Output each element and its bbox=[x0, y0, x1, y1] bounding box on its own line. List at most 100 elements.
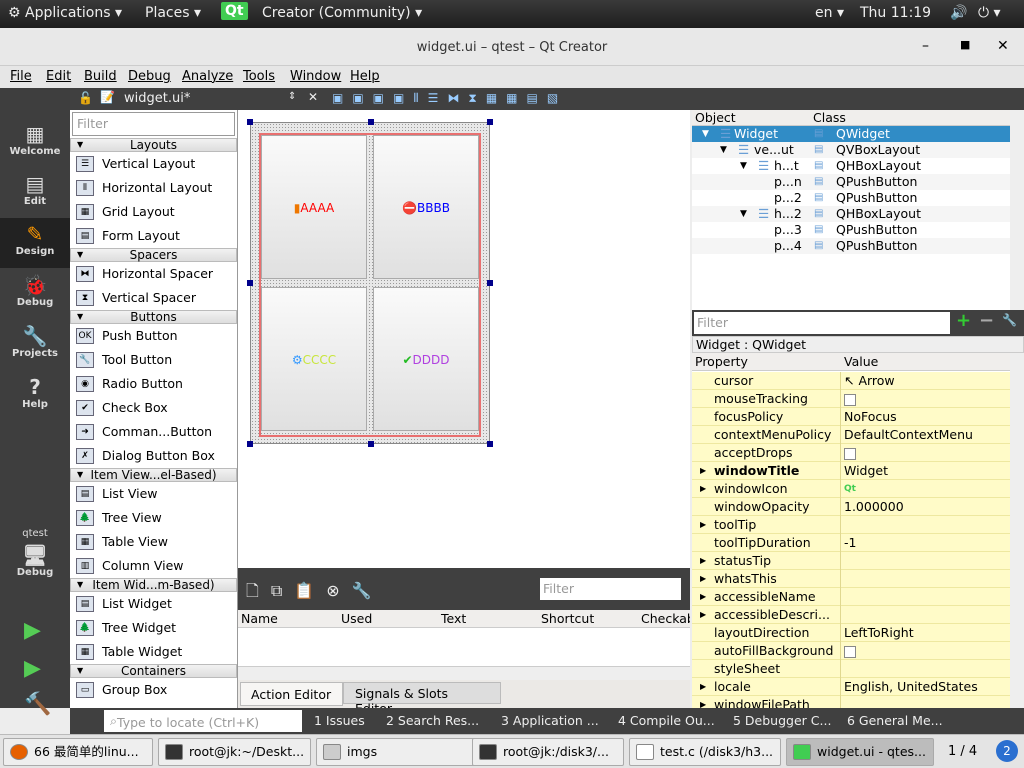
action-toolbar-icons[interactable]: 🗋⧉📋⊗🔧 bbox=[246, 580, 384, 607]
widget-item[interactable]: ✔ Check Box bbox=[70, 396, 237, 420]
widget-item[interactable]: ✗ Dialog Button Box bbox=[70, 444, 237, 468]
menu-build[interactable]: Build bbox=[84, 69, 117, 84]
menu-window[interactable]: Window bbox=[290, 69, 341, 84]
mode-welcome[interactable]: ▦ Welcome bbox=[0, 118, 70, 168]
widget-item[interactable]: 🔧 Tool Button bbox=[70, 348, 237, 372]
widget-item[interactable]: ▦ Table Widget bbox=[70, 640, 237, 664]
resize-handle[interactable] bbox=[487, 119, 493, 125]
expand-arrow-icon[interactable]: ▼ bbox=[720, 142, 727, 158]
object-tree-row[interactable]: ▼ ☰ Widget ▤ QWidget bbox=[692, 126, 1010, 142]
language-indicator[interactable]: en ▾ bbox=[815, 5, 844, 21]
property-row[interactable]: autoFillBackground bbox=[692, 642, 1010, 660]
column-shortcut[interactable]: Shortcut bbox=[541, 611, 594, 626]
volume-icon[interactable]: 🔊 bbox=[950, 5, 967, 21]
resize-handle[interactable] bbox=[247, 119, 253, 125]
task-files[interactable]: imgs bbox=[316, 738, 476, 766]
expand-arrow-icon[interactable]: ▼ bbox=[740, 206, 747, 222]
widget-item[interactable]: ⦀ Horizontal Layout bbox=[70, 176, 237, 200]
widget-item[interactable]: ▥ Column View bbox=[70, 554, 237, 578]
property-row[interactable]: styleSheet bbox=[692, 660, 1010, 678]
debug-run-button[interactable]: ▶ bbox=[24, 656, 41, 681]
property-row[interactable]: toolTipDuration -1 bbox=[692, 534, 1010, 552]
mode-projects[interactable]: 🔧 Projects bbox=[0, 320, 70, 370]
property-scrollbar[interactable] bbox=[1010, 353, 1024, 708]
property-row[interactable]: ▶ locale English, UnitedStates bbox=[692, 678, 1010, 696]
column-class[interactable]: Class bbox=[813, 110, 846, 125]
menu-edit[interactable]: Edit bbox=[46, 69, 71, 84]
widget-item[interactable]: ⧓ Horizontal Spacer bbox=[70, 262, 237, 286]
mode-edit[interactable]: ▤ Edit bbox=[0, 168, 70, 218]
column-value[interactable]: Value bbox=[844, 354, 878, 369]
open-document-selector[interactable]: widget.ui* bbox=[124, 91, 190, 106]
object-tree-row[interactable]: p...3 ▤ QPushButton bbox=[692, 222, 1010, 238]
property-filter-input[interactable]: Filter bbox=[694, 312, 950, 334]
column-property[interactable]: Property bbox=[695, 354, 748, 369]
tab-action-editor[interactable]: Action Editor bbox=[240, 682, 343, 706]
property-row[interactable]: contextMenuPolicy DefaultContextMenu bbox=[692, 426, 1010, 444]
widget-category[interactable]: Layouts bbox=[70, 138, 237, 152]
app-menu[interactable]: Creator (Community) ▾ bbox=[262, 5, 422, 21]
expand-arrow-icon[interactable]: ▶ bbox=[700, 552, 706, 570]
kit-selector[interactable]: qtest 🖥 Debug bbox=[0, 528, 70, 598]
widget-filter-input[interactable]: Filter bbox=[72, 112, 235, 136]
task-qtcreator[interactable]: widget.ui - qtes... bbox=[786, 738, 934, 766]
task-editor[interactable]: test.c (/disk3/h3... bbox=[629, 738, 781, 766]
resize-handle[interactable] bbox=[487, 441, 493, 447]
menu-help[interactable]: Help bbox=[350, 69, 380, 84]
pane-debugger-console[interactable]: 5 Debugger C... bbox=[733, 713, 831, 728]
mode-design[interactable]: ✎ Design bbox=[0, 218, 70, 268]
expand-arrow-icon[interactable]: ▶ bbox=[700, 696, 706, 708]
resize-handle[interactable] bbox=[247, 441, 253, 447]
task-firefox[interactable]: 66 最简单的linu... bbox=[3, 738, 153, 766]
push-button-dddd[interactable]: ✔DDDD bbox=[373, 287, 479, 431]
property-row[interactable]: ▶ windowIcon Qt bbox=[692, 480, 1010, 498]
column-used[interactable]: Used bbox=[341, 611, 372, 626]
column-name[interactable]: Name bbox=[241, 611, 278, 626]
clock[interactable]: Thu 11:19 bbox=[860, 5, 931, 21]
widget-category[interactable]: Buttons bbox=[70, 310, 237, 324]
object-tree-row[interactable]: p...n ▤ QPushButton bbox=[692, 174, 1010, 190]
property-row[interactable]: acceptDrops bbox=[692, 444, 1010, 462]
maximize-button[interactable]: ■ bbox=[960, 38, 970, 51]
minimize-button[interactable]: – bbox=[922, 38, 929, 54]
resize-handle[interactable] bbox=[247, 280, 253, 286]
close-button[interactable]: ✕ bbox=[997, 38, 1009, 54]
widget-item[interactable]: ▭ Group Box bbox=[70, 678, 237, 702]
widget-item[interactable]: ➜ Comman...Button bbox=[70, 420, 237, 444]
property-row[interactable]: mouseTracking bbox=[692, 390, 1010, 408]
object-tree-row[interactable]: ▼ ☰ h...t ▤ QHBoxLayout bbox=[692, 158, 1010, 174]
property-row[interactable]: focusPolicy NoFocus bbox=[692, 408, 1010, 426]
pane-general-messages[interactable]: 6 General Me... bbox=[847, 713, 943, 728]
property-row[interactable]: ▶ toolTip bbox=[692, 516, 1010, 534]
remove-property-button[interactable]: − bbox=[979, 310, 994, 331]
pane-search-results[interactable]: 2 Search Res... bbox=[386, 713, 479, 728]
build-button[interactable]: 🔨 bbox=[24, 692, 51, 717]
vertical-scrollbar[interactable] bbox=[1010, 110, 1024, 310]
widget-item[interactable]: ⧗ Vertical Spacer bbox=[70, 286, 237, 310]
pane-compile-output[interactable]: 4 Compile Ou... bbox=[618, 713, 715, 728]
mode-help[interactable]: ? Help bbox=[0, 371, 70, 421]
document-dropdown-arrows[interactable]: ⇕ bbox=[288, 91, 296, 102]
action-filter-input[interactable]: Filter bbox=[540, 578, 681, 600]
widget-item[interactable]: ▤ Form Layout bbox=[70, 224, 237, 248]
pane-application-output[interactable]: 3 Application ... bbox=[501, 713, 599, 728]
power-icon[interactable]: ⏻ ▾ bbox=[978, 5, 1001, 21]
widget-category[interactable]: Item Wid...m-Based) bbox=[70, 578, 237, 592]
places-menu[interactable]: Places ▾ bbox=[145, 5, 201, 21]
horizontal-scrollbar[interactable] bbox=[238, 666, 690, 680]
property-row[interactable]: ▶ statusTip bbox=[692, 552, 1010, 570]
form-layout-toolbar-icons[interactable]: ▣▣▣▣⦀☰⧓⧗▦▦▤▧ bbox=[332, 91, 567, 106]
property-row[interactable]: ▶ whatsThis bbox=[692, 570, 1010, 588]
workspace-pager[interactable]: 1 / 4 bbox=[948, 744, 977, 759]
object-tree-row[interactable]: ▼ ☰ h...2 ▤ QHBoxLayout bbox=[692, 206, 1010, 222]
property-row[interactable]: ▶ accessibleName bbox=[692, 588, 1010, 606]
column-text[interactable]: Text bbox=[441, 611, 466, 626]
menu-file[interactable]: File bbox=[10, 69, 32, 84]
widget-item[interactable]: ◉ Radio Button bbox=[70, 372, 237, 396]
expand-arrow-icon[interactable]: ▶ bbox=[700, 480, 706, 498]
expand-arrow-icon[interactable]: ▶ bbox=[700, 516, 706, 534]
property-row[interactable]: ▶ windowFilePath bbox=[692, 696, 1010, 708]
property-row[interactable]: layoutDirection LeftToRight bbox=[692, 624, 1010, 642]
close-document-button[interactable]: ✕ bbox=[308, 90, 318, 104]
resize-handle[interactable] bbox=[368, 441, 374, 447]
